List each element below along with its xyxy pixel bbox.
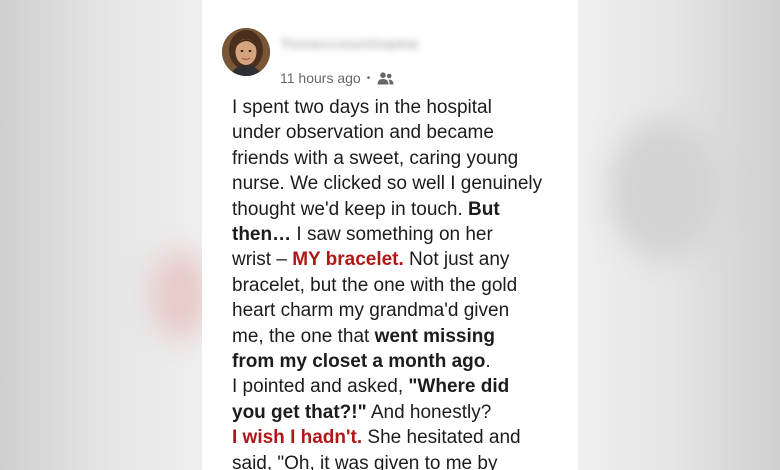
post-text-line: heart charm my grandma'd given <box>232 298 572 323</box>
body-text: I pointed and asked, <box>232 376 409 398</box>
body-text: said, "Oh, it was given to me by <box>232 452 498 470</box>
post-text-line: I spent two days in the hospital <box>232 95 572 120</box>
post-text-line: under observation and became <box>232 120 572 145</box>
post-text-line: bracelet, but the one with the gold <box>232 273 572 298</box>
bold-text: went missing <box>374 325 495 347</box>
body-text: me, the one that <box>232 325 375 347</box>
body-text: nurse. We clicked so well I genuinely <box>232 173 543 195</box>
body-text: I spent two days in the hospital <box>232 97 492 118</box>
post-text-line: you get that?!" And honestly? <box>232 400 572 425</box>
author-name[interactable]: Yoneccountname <box>280 36 419 54</box>
friends-icon[interactable] <box>377 71 394 85</box>
post-text-line: I pointed and asked, "Where did <box>232 374 572 399</box>
bold-text: then… <box>232 224 292 246</box>
post-text-line: then… I saw something on her <box>232 222 572 247</box>
author-avatar[interactable] <box>222 28 270 76</box>
body-text: And honestly? <box>366 401 492 423</box>
highlighted-text: MY bracelet. <box>292 249 404 271</box>
body-text: She hesitated and <box>362 427 521 449</box>
meta-separator: • <box>366 72 371 84</box>
highlighted-text: I wish I hadn't. <box>232 427 363 449</box>
blurred-background-spot <box>150 250 210 340</box>
post-body: I spent two days in the hospital under ob… <box>232 95 572 470</box>
body-text: wrist – <box>232 249 293 271</box>
blurred-background-left <box>0 0 202 470</box>
blurred-background-spot <box>610 120 720 260</box>
bold-text: But <box>468 198 500 220</box>
body-text: . <box>485 351 491 373</box>
post-text-line: thought we'd keep in touch. But <box>232 197 572 222</box>
bold-text: you get that?!" <box>232 401 367 423</box>
post-text-line: me, the one that went missing <box>232 324 572 349</box>
body-text: I saw something on her <box>291 224 493 246</box>
body-text: thought we'd keep in touch. <box>232 198 469 220</box>
body-text: heart charm my grandma'd given <box>232 300 510 322</box>
post-text-line: I wish I hadn't. She hesitated and <box>232 425 572 450</box>
body-text: bracelet, but the one with the gold <box>232 274 518 296</box>
post-text-line: wrist – MY bracelet. Not just any <box>232 247 572 272</box>
avatar-portrait-icon <box>222 28 270 76</box>
post-text-line: nurse. We clicked so well I genuinely <box>232 171 572 196</box>
post-text-line: friends with a sweet, caring young <box>232 146 572 171</box>
body-text: under observation and became <box>232 122 494 144</box>
post-meta: 11 hours ago • <box>280 69 394 87</box>
post-card: Yoneccountname 11 hours ago • I spent tw… <box>202 0 578 470</box>
post-timestamp[interactable]: 11 hours ago <box>280 70 361 86</box>
body-text: friends with a sweet, caring young <box>232 147 519 169</box>
bold-text: "Where did <box>408 376 510 398</box>
post-text-line: from my closet a month ago. <box>232 349 572 374</box>
post-text-line: said, "Oh, it was given to me by <box>232 451 572 470</box>
body-text: Not just any <box>403 249 510 271</box>
bold-text: from my closet a month ago <box>232 351 486 373</box>
